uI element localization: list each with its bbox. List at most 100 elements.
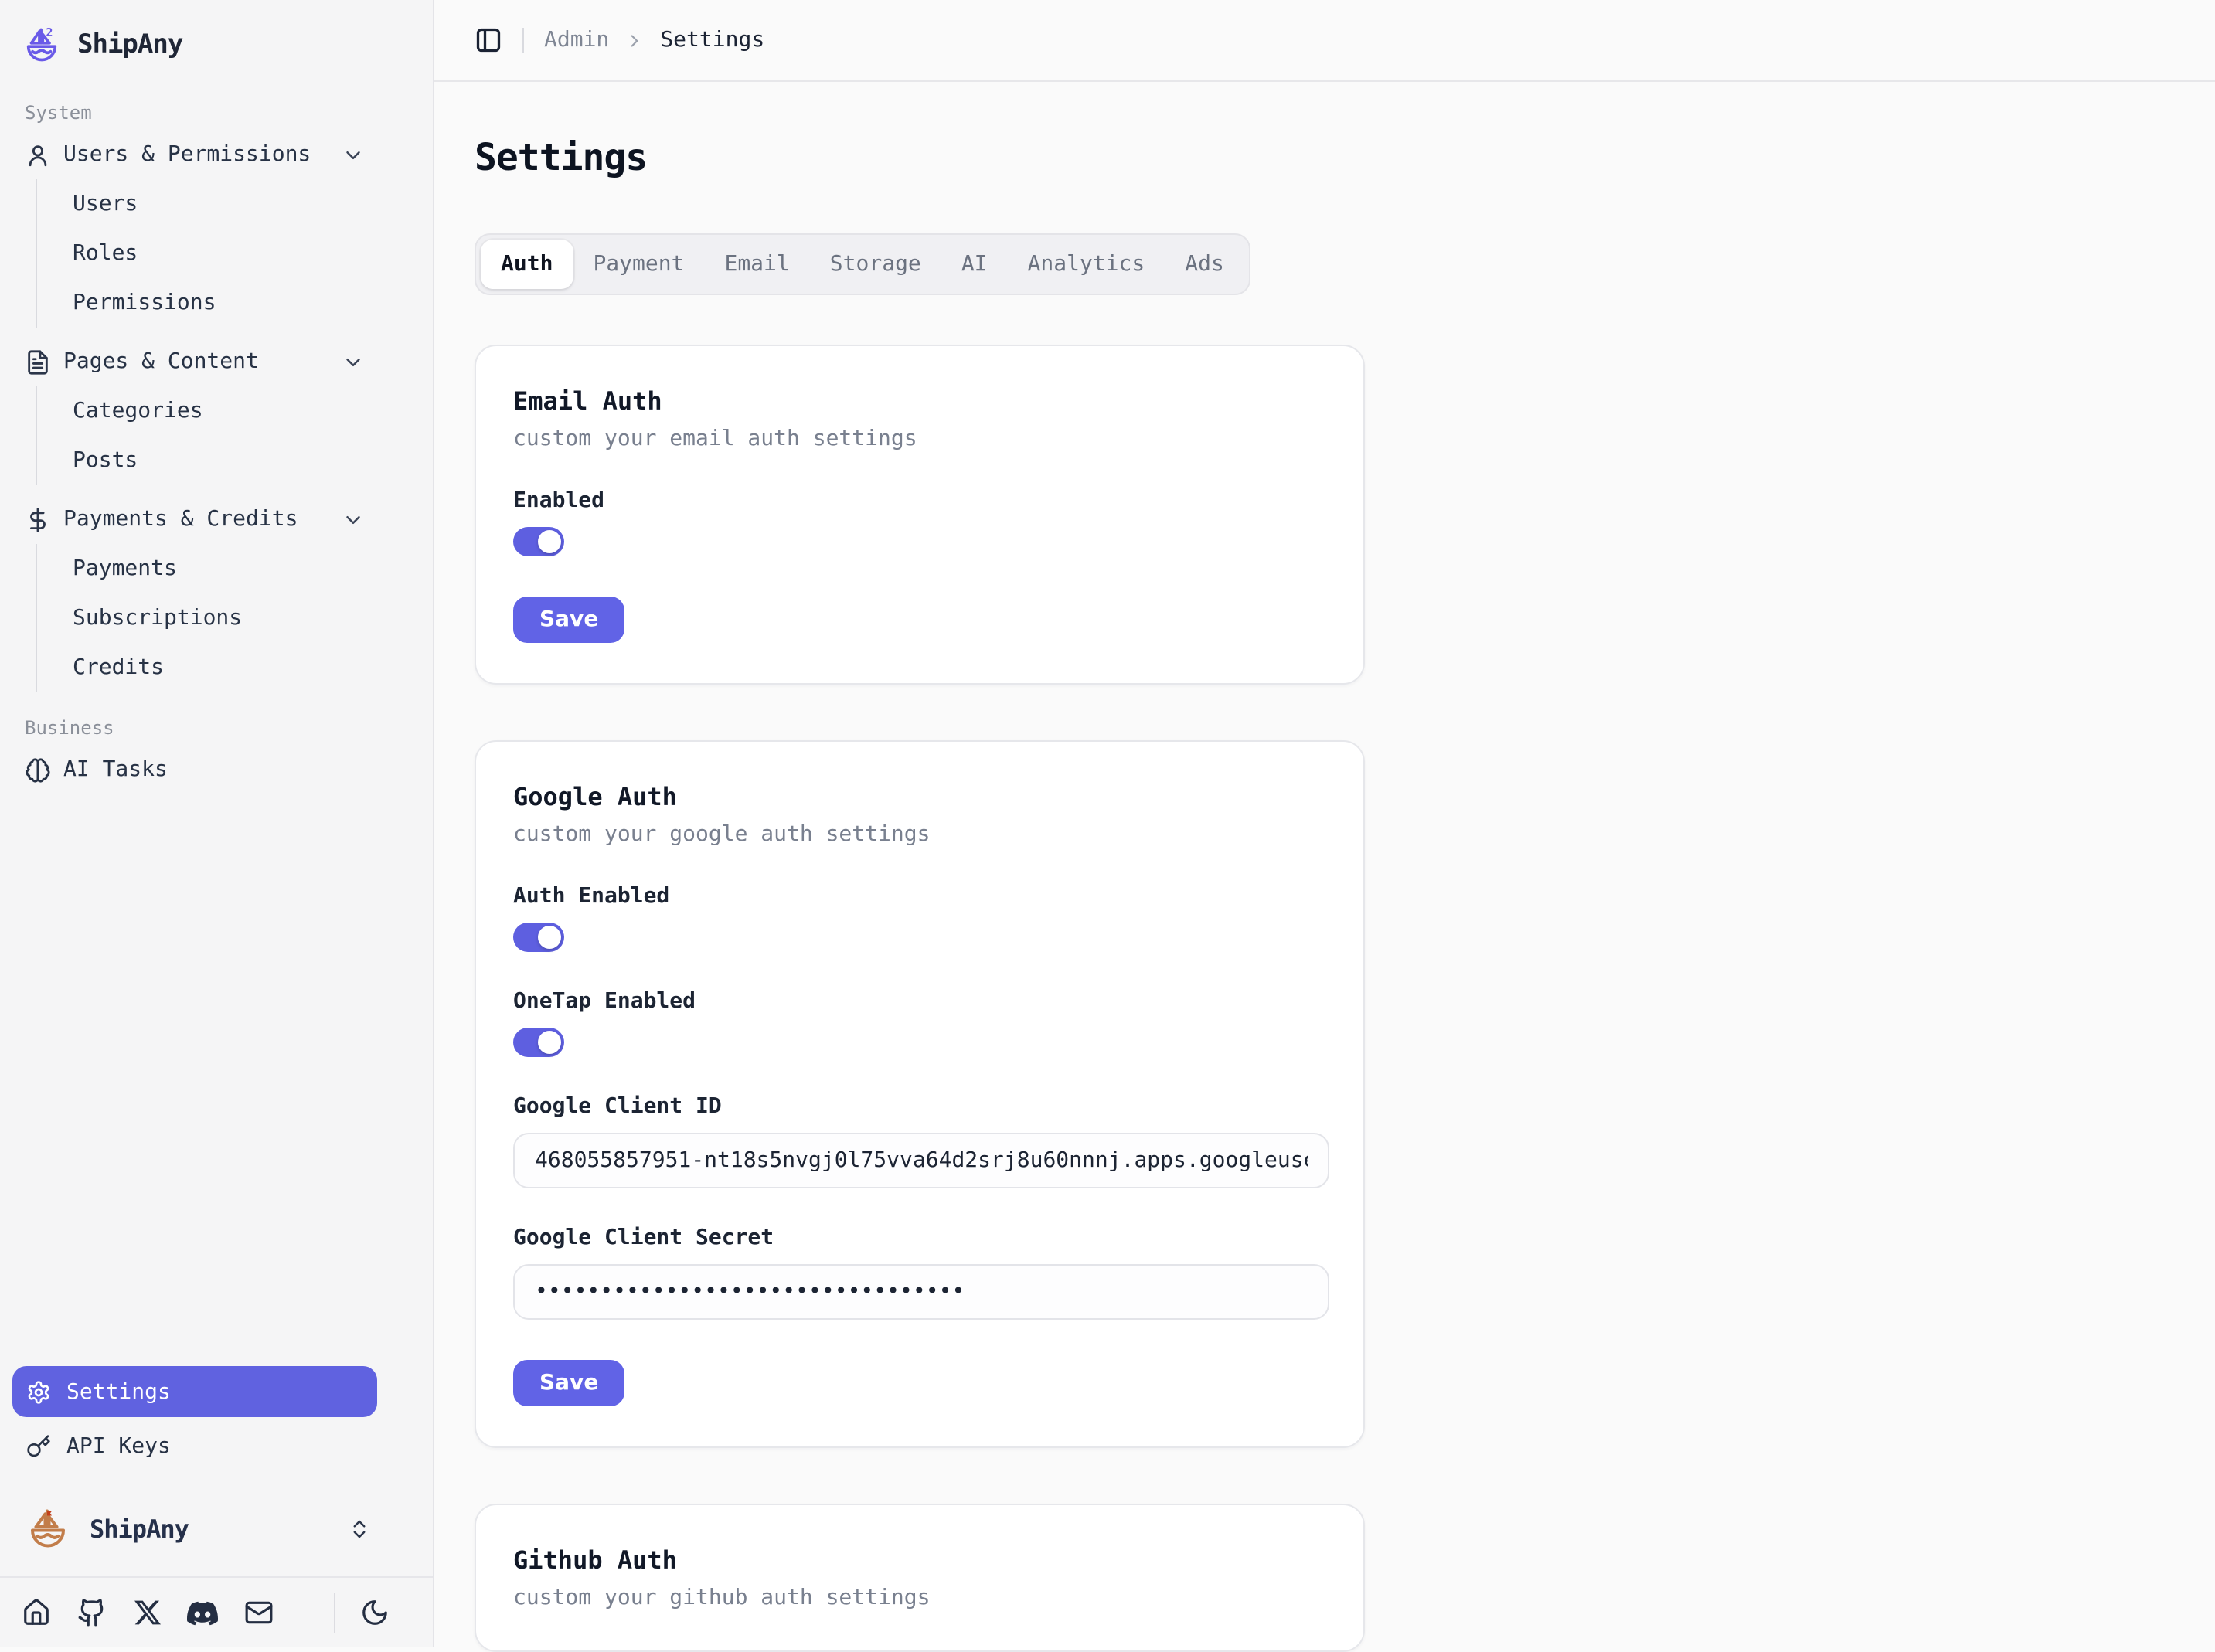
discord-icon[interactable] <box>179 1589 226 1636</box>
sailboat-footer-icon <box>25 1505 71 1552</box>
sidebar-item-ai-tasks[interactable]: AI Tasks <box>12 745 377 794</box>
switch-knob <box>538 926 561 949</box>
main-area: Admin Settings Settings Auth Payment Ema… <box>434 0 2215 1647</box>
svg-text:2: 2 <box>46 25 53 39</box>
sidebar-item-roles[interactable]: Roles <box>37 229 377 278</box>
sidebar-nav: Users & Permissions Users Roles Permissi… <box>12 130 377 794</box>
sidebar-item-api-keys[interactable]: API Keys <box>12 1422 377 1471</box>
tab-analytics[interactable]: Analytics <box>1008 240 1165 289</box>
field-label: Auth Enabled <box>513 884 1326 909</box>
breadcrumb-settings: Settings <box>660 28 764 53</box>
dollar-icon <box>25 506 51 532</box>
sidebar-sublist-pages-content: Categories Posts <box>36 386 377 485</box>
github-auth-card: Github Auth custom your github auth sett… <box>475 1504 1365 1652</box>
sidebar-social-strip <box>0 1576 433 1647</box>
card-subtitle: custom your google auth settings <box>513 822 1326 847</box>
chevron-right-icon <box>624 30 645 50</box>
sidebar-item-payments[interactable]: Payments <box>37 544 377 593</box>
card-subtitle: custom your github auth settings <box>513 1586 1326 1610</box>
tab-payment[interactable]: Payment <box>573 240 704 289</box>
google-auth-card: Google Auth custom your google auth sett… <box>475 740 1365 1448</box>
sailboat-logo-icon: 2 <box>22 25 62 65</box>
breadcrumb-admin[interactable]: Admin <box>544 28 609 53</box>
sidebar-item-label: Settings <box>66 1379 171 1404</box>
google-onetap-enabled-switch[interactable] <box>513 1028 564 1057</box>
sidebar-item-settings[interactable]: Settings <box>12 1366 377 1417</box>
sidebar-item-credits[interactable]: Credits <box>37 643 377 692</box>
switch-knob <box>538 530 561 553</box>
social-divider <box>334 1593 335 1633</box>
settings-tabs: Auth Payment Email Storage AI Analytics … <box>475 233 1250 295</box>
sidebar-group-label: Users & Permissions <box>63 142 311 167</box>
sidebar-toggle-icon[interactable] <box>475 26 502 54</box>
google-client-id-field: Google Client ID <box>513 1094 1326 1188</box>
chevron-down-icon <box>342 143 365 166</box>
chevron-down-icon <box>342 508 365 531</box>
email-auth-card: Email Auth custom your email auth settin… <box>475 345 1365 685</box>
sidebar-item-subscriptions[interactable]: Subscriptions <box>37 593 377 643</box>
switch-knob <box>538 1031 561 1054</box>
x-twitter-icon[interactable] <box>124 1589 170 1636</box>
github-icon[interactable] <box>68 1589 114 1636</box>
sidebar-section-label-business: Business <box>12 708 377 745</box>
moon-theme-icon[interactable] <box>351 1589 397 1636</box>
sidebar: 2 ShipAny System Users & Permissions Use… <box>0 0 434 1647</box>
email-enabled-field: Enabled <box>513 488 1326 556</box>
page-title: Settings <box>475 134 2175 181</box>
google-auth-enabled-switch[interactable] <box>513 923 564 952</box>
settings-content: Settings Auth Payment Email Storage AI A… <box>434 82 2215 1652</box>
sidebar-item-label: API Keys <box>66 1434 171 1459</box>
sidebar-item-posts[interactable]: Posts <box>37 436 377 485</box>
sidebar-group-users-permissions[interactable]: Users & Permissions <box>12 130 377 179</box>
sidebar-item-label: AI Tasks <box>63 757 168 782</box>
sidebar-group-payments-credits[interactable]: Payments & Credits <box>12 495 377 544</box>
breadcrumb: Admin Settings <box>544 28 764 53</box>
field-label: Google Client ID <box>513 1094 1326 1119</box>
mail-icon[interactable] <box>235 1589 281 1636</box>
email-save-button[interactable]: Save <box>513 597 624 643</box>
sidebar-bottom: Settings API Keys <box>12 1366 420 1647</box>
tab-ai[interactable]: AI <box>941 240 1008 289</box>
top-header: Admin Settings <box>434 0 2215 82</box>
sidebar-group-label: Payments & Credits <box>63 507 298 532</box>
tab-auth[interactable]: Auth <box>481 240 573 289</box>
google-client-id-input[interactable] <box>513 1133 1329 1188</box>
card-title: Google Auth <box>513 782 1326 811</box>
file-text-icon <box>25 348 51 375</box>
tab-email[interactable]: Email <box>704 240 809 289</box>
card-subtitle: custom your email auth settings <box>513 427 1326 451</box>
field-label: Google Client Secret <box>513 1225 1326 1250</box>
key-icon <box>26 1434 51 1459</box>
sidebar-item-permissions[interactable]: Permissions <box>37 278 377 328</box>
field-label: Enabled <box>513 488 1326 513</box>
sidebar-sublist-users-permissions: Users Roles Permissions <box>36 179 377 328</box>
brain-icon <box>25 756 51 783</box>
google-auth-enabled-field: Auth Enabled <box>513 884 1326 952</box>
sidebar-sublist-payments-credits: Payments Subscriptions Credits <box>36 544 377 692</box>
sidebar-item-users[interactable]: Users <box>37 179 377 229</box>
google-save-button[interactable]: Save <box>513 1360 624 1406</box>
tab-storage[interactable]: Storage <box>810 240 941 289</box>
field-label: OneTap Enabled <box>513 989 1326 1014</box>
gear-icon <box>26 1379 51 1404</box>
google-onetap-enabled-field: OneTap Enabled <box>513 989 1326 1057</box>
sidebar-item-categories[interactable]: Categories <box>37 386 377 436</box>
home-icon[interactable] <box>12 1589 59 1636</box>
sidebar-group-label: Pages & Content <box>63 349 259 374</box>
card-title: Github Auth <box>513 1545 1326 1575</box>
tab-ads[interactable]: Ads <box>1165 240 1244 289</box>
app-title: ShipAny <box>77 29 182 60</box>
card-title: Email Auth <box>513 386 1326 416</box>
team-name: ShipAny <box>90 1514 189 1543</box>
chevrons-up-down-icon <box>348 1517 371 1540</box>
email-enabled-switch[interactable] <box>513 527 564 556</box>
user-icon <box>25 141 51 168</box>
team-switcher[interactable]: ShipAny <box>12 1493 420 1564</box>
google-client-secret-field: Google Client Secret <box>513 1225 1326 1320</box>
header-divider <box>522 28 524 53</box>
sidebar-group-pages-content[interactable]: Pages & Content <box>12 337 377 386</box>
app-logo[interactable]: 2 ShipAny <box>12 12 420 77</box>
google-client-secret-input[interactable] <box>513 1264 1329 1320</box>
app-root: 2 ShipAny System Users & Permissions Use… <box>0 0 2215 1647</box>
sidebar-section-label-system: System <box>12 93 420 130</box>
